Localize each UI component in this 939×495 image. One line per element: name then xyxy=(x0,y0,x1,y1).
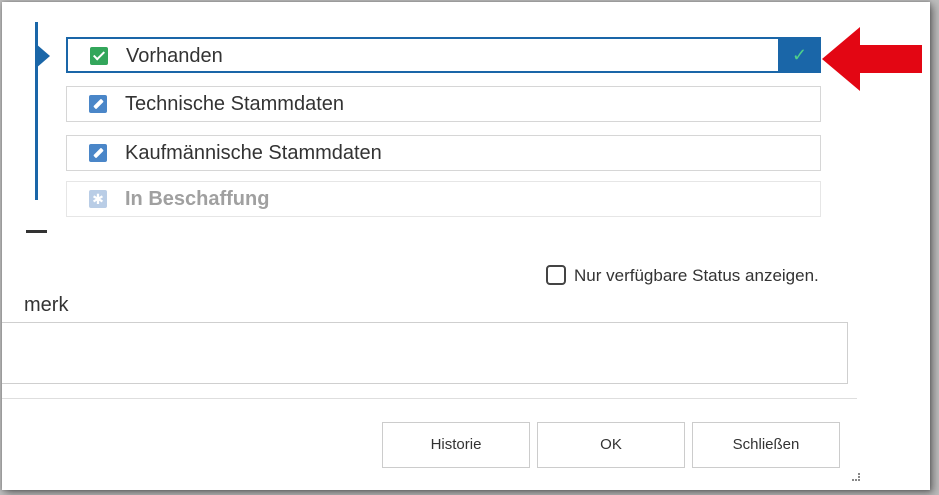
close-button[interactable]: Schließen xyxy=(692,422,840,468)
history-button[interactable]: Historie xyxy=(382,422,530,468)
status-item-label: Vorhanden xyxy=(126,45,223,67)
footer-divider xyxy=(2,398,857,399)
current-status-marker xyxy=(35,43,50,69)
resize-grip-icon[interactable] xyxy=(852,473,860,481)
check-icon xyxy=(90,47,108,65)
edit-icon xyxy=(89,144,107,162)
status-item-label: Kaufmännische Stammdaten xyxy=(125,142,382,164)
remark-label: merk xyxy=(24,294,69,316)
annotation-arrow-icon xyxy=(822,27,922,91)
status-item-technische-stammdaten[interactable]: Technische Stammdaten xyxy=(66,86,821,122)
status-item-in-beschaffung: ✱ In Beschaffung xyxy=(66,181,821,217)
status-item-label: Technische Stammdaten xyxy=(125,93,345,115)
available-status-checkbox[interactable] xyxy=(546,265,566,285)
edit-icon xyxy=(89,95,107,113)
ok-button[interactable]: OK xyxy=(537,422,685,468)
star-icon: ✱ xyxy=(89,190,107,208)
selected-check-icon: ✓ xyxy=(778,37,821,73)
status-dialog: Vorhanden ✓ Technische Stammdaten Kaufmä… xyxy=(2,2,930,490)
available-status-checkbox-label: Nur verfügbare Status anzeigen. xyxy=(574,266,819,285)
status-item-vorhanden[interactable]: Vorhanden ✓ xyxy=(66,37,821,73)
status-item-label: In Beschaffung xyxy=(125,188,270,210)
status-item-kaufmaennische-stammdaten[interactable]: Kaufmännische Stammdaten xyxy=(66,135,821,171)
collapse-minus-icon[interactable] xyxy=(26,230,47,233)
remark-textarea[interactable] xyxy=(2,322,848,384)
